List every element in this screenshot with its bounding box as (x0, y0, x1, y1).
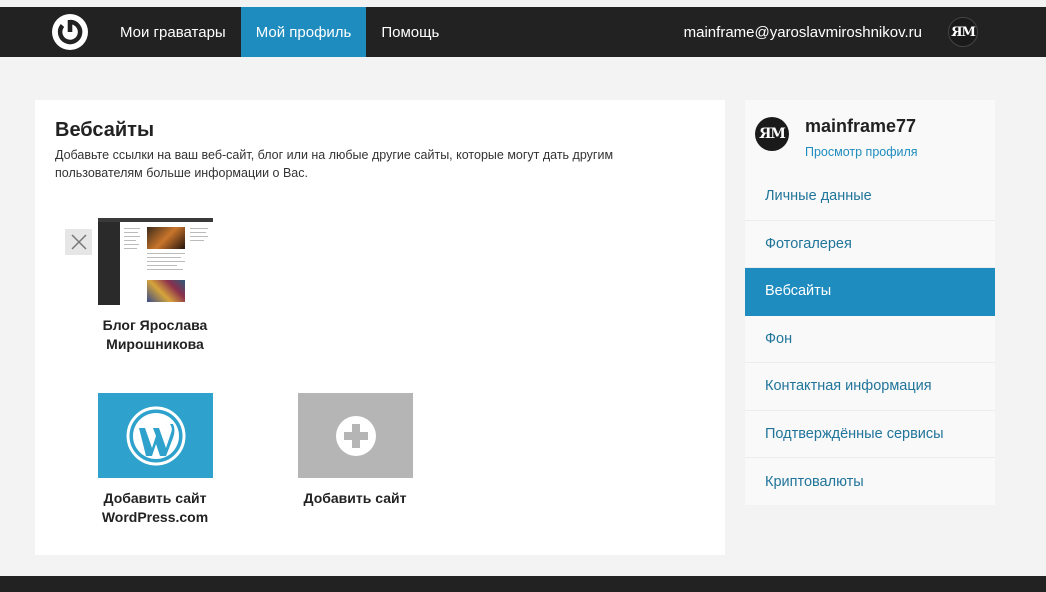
sidebar-item-photo-gallery[interactable]: Фотогалерея (745, 221, 995, 268)
sidebar-item-personal-data[interactable]: Личные данные (745, 173, 995, 221)
sidebar-item-background[interactable]: Фон (745, 316, 995, 363)
site-thumbnail[interactable] (98, 218, 213, 305)
nav-help[interactable]: Помощь (366, 7, 454, 57)
sidebar-menu: Личные данные Фотогалерея Вебсайты Фон К… (745, 173, 995, 506)
sidebar-avatar[interactable]: ЯМ (755, 117, 789, 151)
gravatar-logo-icon[interactable] (52, 14, 88, 50)
sidebar-item-contact-info[interactable]: Контактная информация (745, 363, 995, 411)
sidebar-username: mainframe77 (805, 116, 917, 136)
add-site-label[interactable]: Добавить сайт (290, 489, 420, 508)
wordpress-icon (126, 406, 185, 465)
view-profile-link[interactable]: Просмотр профиля (805, 145, 918, 159)
site-label[interactable]: Блог Ярослава Мирошникова (90, 316, 220, 354)
footer-bar (0, 576, 1046, 592)
websites-panel: Вебсайты Добавьте ссылки на ваш веб-сайт… (35, 100, 725, 555)
sidebar-item-verified-services[interactable]: Подтверждённые сервисы (745, 411, 995, 458)
sidebar-item-cryptocurrencies[interactable]: Криптовалюты (745, 458, 995, 506)
page-description: Добавьте ссылки на ваш веб-сайт, блог ил… (55, 148, 614, 180)
top-strip (0, 0, 1046, 7)
top-navigation-bar: Мои граватары Мой профиль Помощь mainfra… (0, 7, 1046, 57)
sidebar-item-websites[interactable]: Вебсайты (745, 268, 995, 316)
add-wordpress-site-label[interactable]: Добавить сайт WordPress.com (90, 489, 220, 527)
main-nav: Мои граватары Мой профиль Помощь (105, 7, 454, 57)
close-icon (70, 234, 87, 250)
profile-sidebar: ЯМ mainframe77 Просмотр профиля Личные д… (745, 100, 995, 505)
nav-my-gravatars[interactable]: Мои граватары (105, 7, 241, 57)
user-email-link[interactable]: mainframe@yaroslavmiroshnikov.ru (684, 7, 922, 57)
remove-site-button[interactable] (65, 229, 92, 255)
add-wordpress-site-button[interactable] (98, 393, 213, 478)
add-site-button[interactable] (298, 393, 413, 478)
plus-circle-icon (335, 415, 376, 456)
nav-my-profile[interactable]: Мой профиль (240, 7, 367, 57)
user-avatar[interactable]: ЯМ (948, 17, 978, 47)
page-title: Вебсайты (55, 119, 155, 141)
